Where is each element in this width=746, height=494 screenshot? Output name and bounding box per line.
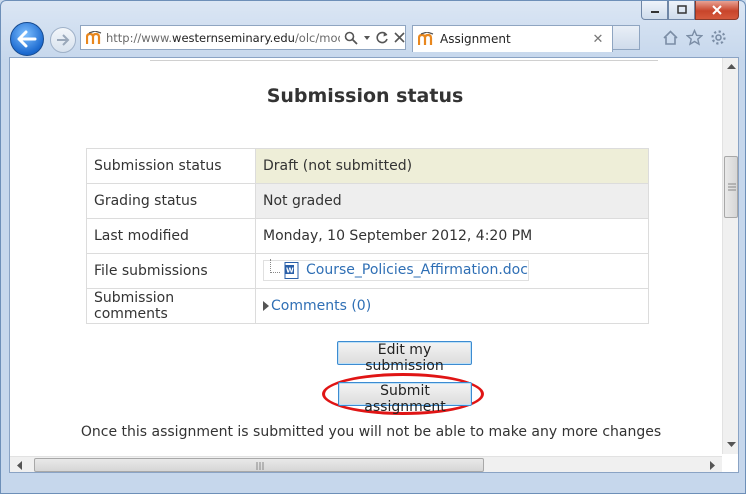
- home-icon[interactable]: [662, 29, 679, 46]
- comments-cell: Comments (0): [255, 288, 649, 324]
- url-domain: westernseminary.edu: [172, 30, 295, 45]
- table-row: Submission comments Comments (0): [86, 288, 649, 324]
- submission-status-table: Submission status Draft (not submitted) …: [86, 148, 649, 324]
- tab-close-icon[interactable]: ✕: [590, 32, 606, 47]
- forward-button[interactable]: [50, 27, 76, 53]
- vertical-scroll-thumb[interactable]: [724, 156, 738, 218]
- table-row: Submission status Draft (not submitted): [86, 148, 649, 184]
- scroll-right-icon[interactable]: [706, 458, 718, 473]
- file-link[interactable]: Course_Policies_Affirmation.doc: [306, 262, 528, 278]
- comments-link[interactable]: Comments (0): [271, 298, 371, 314]
- scroll-up-icon[interactable]: [724, 61, 739, 73]
- minimize-icon: [650, 11, 659, 13]
- search-icon[interactable]: [344, 31, 358, 45]
- url-prefix: http://www.: [106, 30, 173, 45]
- edit-submission-button[interactable]: Edit my submission: [337, 341, 472, 374]
- gear-icon[interactable]: [710, 29, 727, 46]
- table-row: Last modified Monday, 10 September 2012,…: [86, 218, 649, 254]
- tab-assignment[interactable]: Assignment ✕: [412, 25, 613, 52]
- navigation-bar: http://www.westernseminary.edu/olc/mod/ …: [1, 19, 746, 59]
- arrow-left-icon: [17, 30, 37, 48]
- back-button[interactable]: [10, 22, 44, 56]
- close-window-button[interactable]: [695, 1, 739, 20]
- word-document-icon: W: [284, 261, 299, 279]
- chevron-down-icon[interactable]: [363, 34, 371, 42]
- address-bar[interactable]: http://www.westernseminary.edu/olc/mod/: [80, 25, 406, 50]
- submit-assignment-button[interactable]: Submit assignment: [338, 382, 472, 415]
- arrow-right-icon: [57, 34, 70, 46]
- star-icon[interactable]: [686, 29, 703, 46]
- grip-icon: [256, 462, 264, 470]
- last-modified-value: Monday, 10 September 2012, 4:20 PM: [255, 218, 649, 254]
- header-divider: [150, 58, 658, 61]
- refresh-icon[interactable]: [376, 31, 389, 44]
- row-label: Grading status: [86, 183, 256, 219]
- minimize-button[interactable]: [641, 1, 668, 20]
- page-viewport: Submission status Submission status Draf…: [9, 57, 739, 473]
- url-path: /olc/mod/: [294, 30, 340, 45]
- horizontal-scrollbar[interactable]: [10, 456, 722, 473]
- window-caption-buttons: [641, 1, 739, 21]
- table-row: Grading status Not graded: [86, 183, 649, 219]
- vertical-scrollbar[interactable]: [722, 58, 739, 454]
- stop-icon[interactable]: [394, 32, 405, 43]
- maximize-button[interactable]: [668, 1, 695, 20]
- browser-window: http://www.westernseminary.edu/olc/mod/ …: [0, 0, 746, 494]
- new-tab-button[interactable]: [613, 25, 640, 50]
- table-row: File submissions W Course_Policies_Affir…: [86, 253, 649, 289]
- file-tree-item: W Course_Policies_Affirmation.doc: [263, 258, 529, 281]
- svg-text:W: W: [286, 266, 294, 274]
- close-icon: [712, 5, 722, 15]
- grip-icon: [728, 183, 736, 191]
- address-tools: [344, 31, 405, 45]
- submission-status-value: Draft (not submitted): [255, 148, 649, 184]
- page-title: Submission status: [266, 85, 464, 107]
- horizontal-scroll-thumb[interactable]: [34, 458, 484, 472]
- expand-arrow-icon[interactable]: [263, 301, 269, 311]
- browser-tools: [662, 29, 727, 46]
- file-submissions-cell: W Course_Policies_Affirmation.doc: [255, 253, 649, 289]
- tab-title: Assignment: [440, 32, 511, 46]
- moodle-tab-icon: [418, 32, 434, 45]
- maximize-icon: [676, 5, 687, 14]
- moodle-site-icon: [86, 30, 102, 44]
- submission-warning: Once this assignment is submitted you wi…: [80, 424, 662, 440]
- row-label: Submission comments: [86, 288, 256, 324]
- tree-connector: [270, 258, 280, 273]
- scroll-down-icon[interactable]: [724, 439, 739, 451]
- row-label: File submissions: [86, 253, 256, 289]
- row-label: Submission status: [86, 148, 256, 184]
- scroll-left-icon[interactable]: [14, 458, 26, 473]
- grading-status-value: Not graded: [255, 183, 649, 219]
- row-label: Last modified: [86, 218, 256, 254]
- url-text[interactable]: http://www.westernseminary.edu/olc/mod/: [106, 31, 340, 45]
